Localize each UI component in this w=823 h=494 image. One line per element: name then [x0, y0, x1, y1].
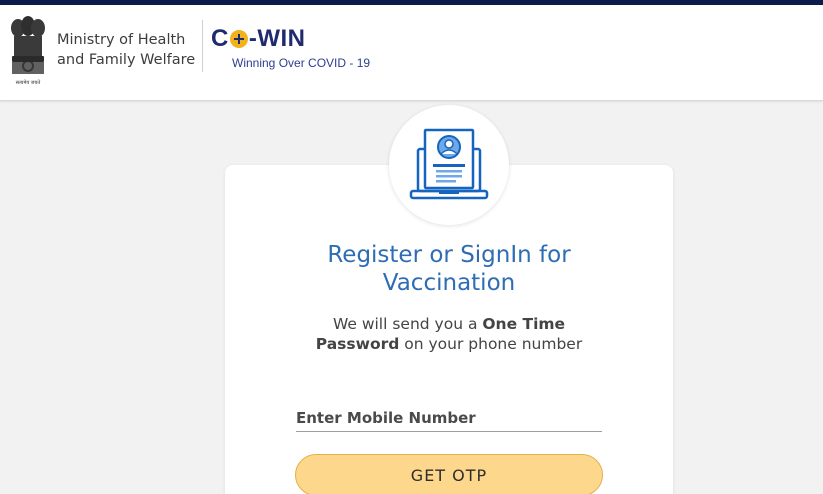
- mobile-number-input[interactable]: [296, 404, 602, 432]
- plus-circle-icon: [229, 30, 248, 48]
- card-title: Register or SignIn for Vaccination: [225, 241, 673, 297]
- cowin-logo[interactable]: C -WIN: [211, 25, 306, 53]
- logo-text-left: C: [211, 25, 229, 52]
- site-header: सत्यमेव जयते Ministry of Health and Fami…: [0, 5, 823, 101]
- card-subtitle: We will send you a One Time Password on …: [225, 314, 673, 354]
- header-divider: [202, 20, 203, 72]
- emblem-caption: सत्यमेव जयते: [16, 79, 41, 86]
- logo-text-right: -WIN: [248, 25, 306, 52]
- subtitle-suffix: on your phone number: [399, 335, 583, 353]
- national-emblem-logo[interactable]: सत्यमेव जयते: [6, 14, 50, 86]
- logo-tagline: Winning Over COVID - 19: [232, 56, 371, 70]
- card-title-line-1: Register or SignIn for: [327, 242, 571, 268]
- get-otp-button[interactable]: GET OTP: [295, 454, 603, 494]
- ministry-line-1: Ministry of Health: [57, 32, 186, 48]
- subtitle-bold-password: Password: [315, 335, 400, 353]
- subtitle-bold-one-time: One Time: [482, 315, 566, 333]
- card-title-line-2: Vaccination: [382, 270, 516, 296]
- ministry-line-2: and Family Welfare: [57, 52, 196, 68]
- laptop-id-card-icon: [409, 128, 489, 200]
- ministry-name: Ministry of Health and Family Welfare: [57, 30, 195, 70]
- subtitle-prefix: We will send you a: [332, 315, 483, 333]
- registration-illustration: [389, 105, 509, 225]
